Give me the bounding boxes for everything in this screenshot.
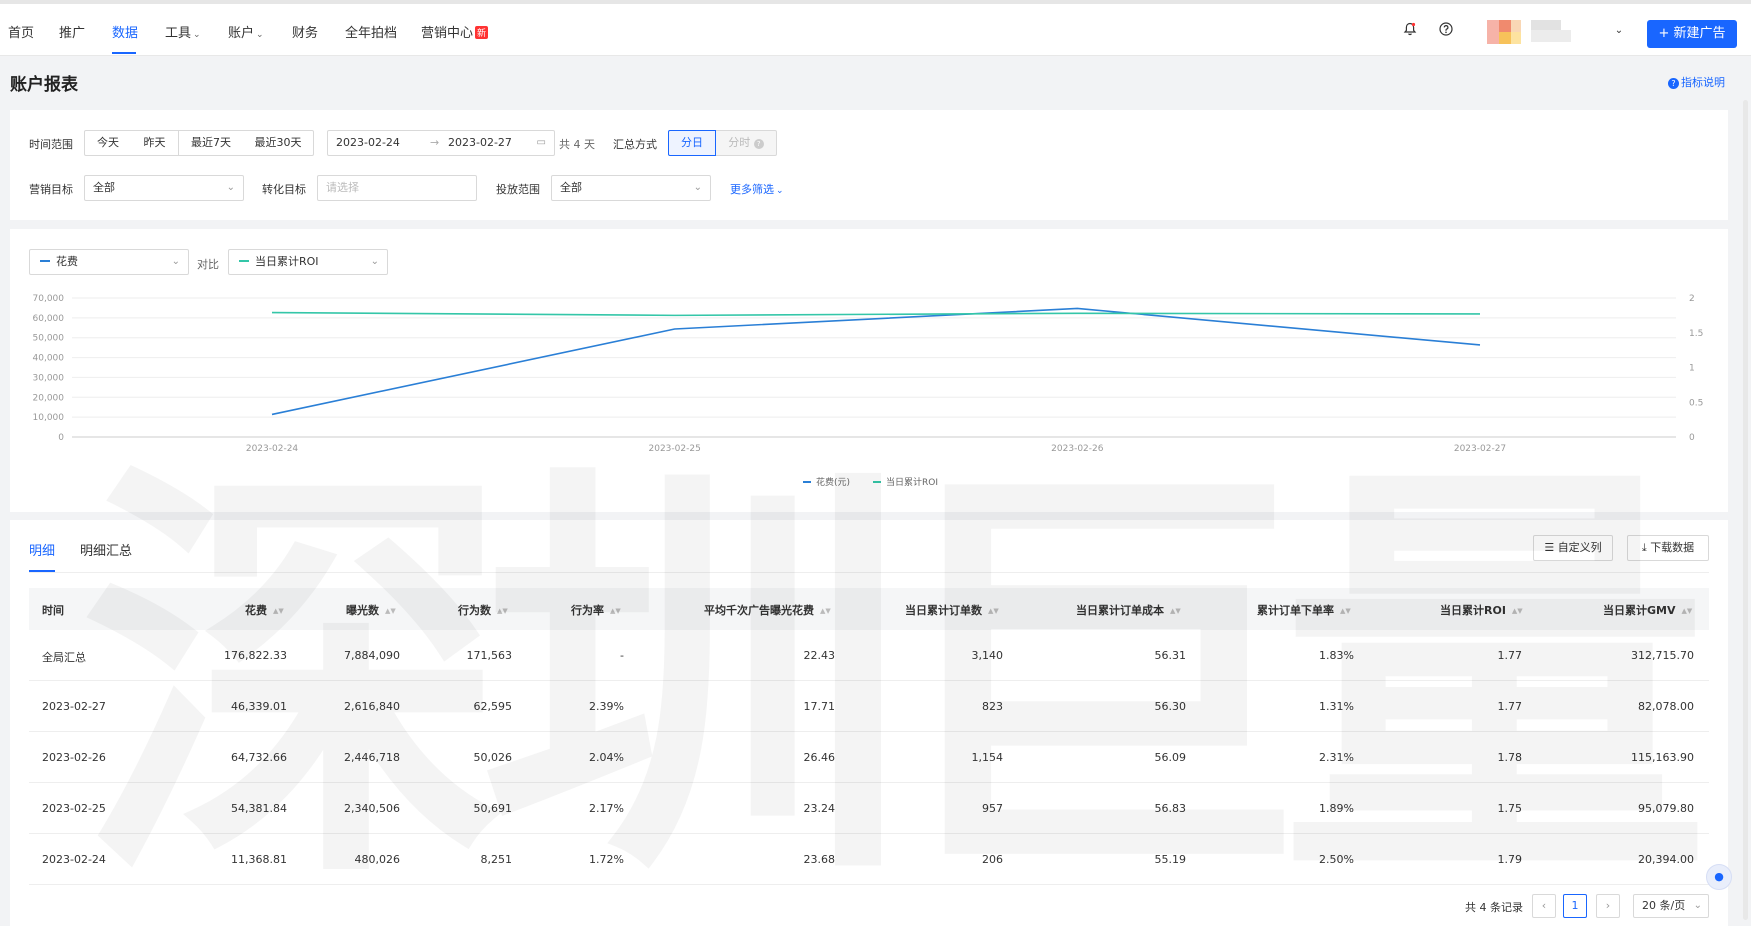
col-order-rate[interactable]: 累计订单下单率 ▲▼ bbox=[1257, 602, 1351, 618]
col-orders-label: 当日累计订单数 bbox=[905, 604, 982, 617]
sort-icon: ▲▼ bbox=[1170, 607, 1181, 615]
table-cell: 2.39% bbox=[589, 700, 624, 713]
col-gmv-label: 当日累计GMV bbox=[1603, 604, 1676, 617]
col-order-rate-label: 累计订单下单率 bbox=[1257, 604, 1334, 617]
col-spend-label: 花费 bbox=[245, 604, 267, 617]
table-cell: 957 bbox=[982, 802, 1003, 815]
y-right-tick-label: 1 bbox=[1689, 364, 1695, 374]
table-cell: 2.17% bbox=[589, 802, 624, 815]
col-cpm[interactable]: 平均千次广告曝光花费 ▲▼ bbox=[704, 602, 831, 618]
download-icon: ⤓ bbox=[1641, 541, 1647, 554]
table-row: 全局汇总 176,822.33 7,884,090 171,563-22.43 3,14… bbox=[29, 630, 1709, 681]
y-left-tick-label: 20,000 bbox=[33, 393, 65, 403]
sort-icon: ▲▼ bbox=[1340, 607, 1351, 615]
legend-label: 当日累计ROI bbox=[886, 476, 938, 488]
y-left-tick-label: 10,000 bbox=[33, 413, 65, 423]
y-right-tick-label: 0.5 bbox=[1689, 398, 1703, 408]
table-cell: 1.75 bbox=[1497, 802, 1523, 815]
series-line bbox=[271, 311, 1481, 317]
col-actions[interactable]: 行为数 ▲▼ bbox=[458, 602, 508, 618]
x-tick-label: 2023-02-27 bbox=[1454, 444, 1506, 454]
sort-icon: ▲▼ bbox=[273, 607, 284, 615]
y-left-tick-label: 0 bbox=[58, 433, 64, 443]
table-row: 2023-02-26 64,732.66 2,446,718 50,026 2.04% 2… bbox=[29, 732, 1709, 783]
y-left-tick-label: 60,000 bbox=[33, 314, 65, 324]
y-left-tick-label: 30,000 bbox=[33, 373, 65, 383]
col-action-rate-label: 行为率 bbox=[571, 604, 604, 617]
col-impressions-label: 曝光数 bbox=[346, 604, 379, 617]
columns-icon: ☰ bbox=[1544, 541, 1555, 554]
next-page-button[interactable]: › bbox=[1596, 894, 1620, 918]
y-right-tick-label: 1.5 bbox=[1689, 329, 1703, 339]
sort-icon: ▲▼ bbox=[497, 607, 508, 615]
support-float-button[interactable]: ● bbox=[1706, 864, 1732, 890]
table-cell: 115,163.90 bbox=[1631, 751, 1694, 764]
col-orders[interactable]: 当日累计订单数 ▲▼ bbox=[905, 602, 999, 618]
table-cell: 1.77 bbox=[1497, 700, 1523, 713]
col-roi[interactable]: 当日累计ROI ▲▼ bbox=[1440, 602, 1523, 618]
table-cell: 1.79 bbox=[1497, 853, 1523, 866]
sort-icon: ▲▼ bbox=[988, 607, 999, 615]
col-spend[interactable]: 花费 ▲▼ bbox=[245, 602, 284, 618]
table-cell: 95,079.80 bbox=[1638, 802, 1694, 815]
prev-page-button[interactable]: ‹ bbox=[1532, 894, 1556, 918]
table-row: 2023-02-25 54,381.84 2,340,506 50,691 2.17% 2… bbox=[29, 783, 1709, 834]
col-order-cost-label: 当日累计订单成本 bbox=[1076, 604, 1164, 617]
col-cpm-label: 平均千次广告曝光花费 bbox=[704, 604, 814, 617]
table-row: 2023-02-24 11,368.81 480,026 8,251 1.72% 23.6… bbox=[29, 834, 1709, 885]
table-cell: 3,140 bbox=[971, 649, 1004, 662]
series-line bbox=[271, 307, 1481, 416]
table-cell: 1.77 bbox=[1497, 649, 1523, 662]
x-tick-label: 2023-02-26 bbox=[1051, 444, 1104, 454]
table-header: 时间 花费 ▲▼ 曝光数 ▲▼ 行为数 ▲▼ 行为率 ▲▼ 平均千次广告曝光花费 ▲▼ 当… bbox=[29, 588, 1709, 630]
custom-columns-label: 自定义列 bbox=[1557, 541, 1602, 554]
table-cell: 206 bbox=[982, 853, 1003, 866]
y-right-tick-label: 0 bbox=[1689, 433, 1695, 443]
table-cell: 312,715.70 bbox=[1631, 649, 1694, 662]
col-order-cost[interactable]: 当日累计订单成本 ▲▼ bbox=[1076, 602, 1181, 618]
table-cell: 20,394.00 bbox=[1638, 853, 1694, 866]
x-tick-label: 2023-02-25 bbox=[649, 444, 701, 454]
sort-icon: ▲▼ bbox=[610, 607, 621, 615]
sort-icon: ▲▼ bbox=[1681, 607, 1693, 615]
page-number-button[interactable]: 1 bbox=[1563, 894, 1587, 918]
tab-detail[interactable]: 明细 bbox=[29, 540, 55, 559]
col-time: 时间 bbox=[42, 604, 64, 617]
table-cell: 1,154 bbox=[971, 751, 1004, 764]
page-size-value: 20 条/页 bbox=[1642, 899, 1686, 912]
sort-icon: ▲▼ bbox=[820, 607, 831, 615]
download-button[interactable]: ⤓ 下载数据 bbox=[1627, 535, 1709, 561]
y-left-tick-label: 50,000 bbox=[33, 334, 65, 344]
page-size-select[interactable]: 20 条/页 ⌄ bbox=[1633, 894, 1709, 918]
legend-label: 花费(元) bbox=[816, 476, 850, 488]
download-label: 下载数据 bbox=[1650, 541, 1695, 554]
y-left-tick-label: 40,000 bbox=[33, 354, 65, 364]
col-roi-label: 当日累计ROI bbox=[1440, 604, 1506, 617]
y-left-tick-label: 70,000 bbox=[33, 294, 65, 304]
x-tick-label: 2023-02-24 bbox=[246, 444, 299, 454]
pagination-total: 共 4 条记录 bbox=[1465, 901, 1523, 914]
chevron-down-icon: ⌄ bbox=[1693, 900, 1702, 911]
table-cell: 823 bbox=[982, 700, 1003, 713]
col-gmv[interactable]: 当日累计GMV ▲▼ bbox=[1603, 602, 1692, 618]
table-cell: 2.04% bbox=[589, 751, 624, 764]
col-action-rate[interactable]: 行为率 ▲▼ bbox=[571, 602, 621, 618]
tab-detail-summary[interactable]: 明细汇总 bbox=[80, 540, 132, 559]
col-impressions[interactable]: 曝光数 ▲▼ bbox=[346, 602, 396, 618]
table-cell: 1.72% bbox=[589, 853, 624, 866]
table-cell: 82,078.00 bbox=[1638, 700, 1694, 713]
col-actions-label: 行为数 bbox=[458, 604, 491, 617]
table-row: 2023-02-27 46,339.01 2,616,840 62,595 2.39% 1… bbox=[29, 681, 1709, 732]
table-cell: 全局汇总 bbox=[42, 651, 86, 664]
table-cell: 1.78 bbox=[1497, 751, 1523, 764]
sort-icon: ▲▼ bbox=[385, 607, 396, 615]
table-cell: - bbox=[620, 649, 624, 662]
y-right-tick-label: 2 bbox=[1689, 294, 1695, 304]
tab-divider bbox=[29, 572, 1709, 573]
custom-columns-button[interactable]: ☰ 自定义列 bbox=[1533, 535, 1613, 561]
sort-icon: ▲▼ bbox=[1511, 607, 1523, 615]
